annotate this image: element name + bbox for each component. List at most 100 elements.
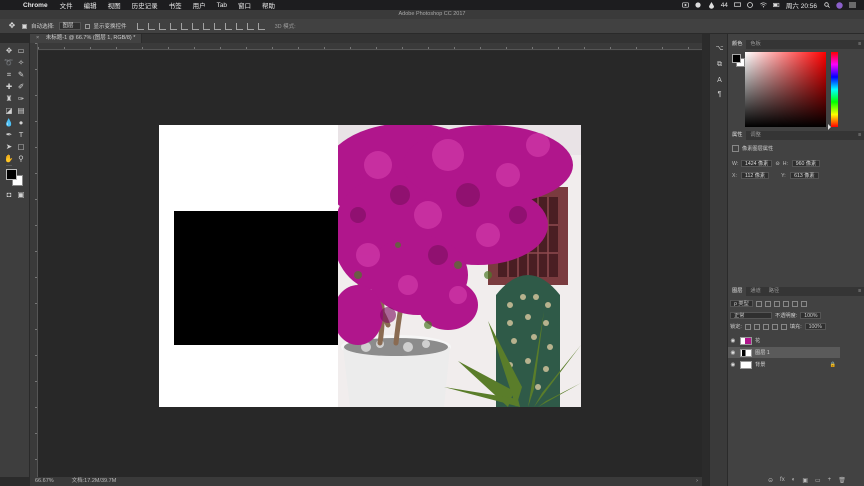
healing-brush-tool-icon[interactable]: ✚ xyxy=(4,82,14,92)
lock-transparent-icon[interactable] xyxy=(744,323,751,330)
screen-mode-icon[interactable]: ▣ xyxy=(16,190,26,200)
auto-select-dropdown[interactable]: 图层 xyxy=(58,22,81,30)
filter-shape-icon[interactable] xyxy=(782,300,789,307)
document-tab[interactable]: × 未标题-1 @ 66.7% (图层 1, RGB/8) * xyxy=(30,34,143,43)
move-tool-icon[interactable]: ✥ xyxy=(6,21,18,31)
menu-file[interactable]: 文件 xyxy=(60,0,73,10)
y-field[interactable]: 613 像素 xyxy=(790,172,819,179)
layer-name[interactable]: 背景 xyxy=(755,361,765,368)
zoom-tool-icon[interactable]: ⚲ xyxy=(16,154,26,164)
blur-tool-icon[interactable]: 💧 xyxy=(4,118,14,128)
menu-bookmarks[interactable]: 书签 xyxy=(169,0,182,10)
hue-slider-marker[interactable] xyxy=(828,124,831,130)
filter-type-icon[interactable] xyxy=(773,300,780,307)
tab-paths[interactable]: 路径 xyxy=(765,287,783,296)
history-panel-icon[interactable]: ⌥ xyxy=(715,44,724,53)
document-canvas[interactable] xyxy=(159,125,581,407)
lock-all-icon[interactable] xyxy=(780,323,787,330)
panel-menu-icon[interactable]: ≡ xyxy=(858,287,864,296)
close-tab-icon[interactable]: × xyxy=(36,35,39,41)
align-bottom-icon[interactable] xyxy=(158,22,166,30)
tab-layers[interactable]: 图层 xyxy=(728,287,747,296)
menu-tab[interactable]: Tab xyxy=(217,2,227,9)
black-rectangle-layer[interactable] xyxy=(174,211,338,345)
add-mask-icon[interactable]: ◐ xyxy=(792,477,796,484)
dodge-tool-icon[interactable]: ● xyxy=(16,118,26,128)
eyedropper-tool-icon[interactable]: ✎ xyxy=(16,70,26,80)
tab-color[interactable]: 颜色 xyxy=(728,40,747,49)
color-panel-foreground-swatch[interactable] xyxy=(732,54,741,63)
opacity-field[interactable]: 100% xyxy=(800,312,822,319)
delete-layer-icon[interactable]: 🗑 xyxy=(838,477,846,484)
show-transform-checkbox[interactable] xyxy=(84,23,90,29)
foreground-color-swatch[interactable] xyxy=(6,169,17,180)
link-layers-icon[interactable]: ⊝ xyxy=(768,477,773,484)
link-icon[interactable]: ⊝ xyxy=(775,161,779,167)
battery-icon[interactable] xyxy=(772,2,780,8)
menu-view[interactable]: 视图 xyxy=(108,0,121,10)
auto-select-checkbox[interactable] xyxy=(22,23,27,29)
filter-smart-object-icon[interactable] xyxy=(791,300,798,307)
properties-panel-icon[interactable]: ⧉ xyxy=(715,60,724,69)
layer-row[interactable]: ◉ 花 xyxy=(728,335,840,346)
status-menu-arrow[interactable]: › xyxy=(696,477,698,486)
lock-artboard-icon[interactable] xyxy=(771,323,778,330)
drop-icon[interactable] xyxy=(708,1,715,9)
menu-edit[interactable]: 编辑 xyxy=(84,0,97,10)
brush-tool-icon[interactable]: ✐ xyxy=(16,82,26,92)
search-icon[interactable] xyxy=(823,2,830,8)
crop-tool-icon[interactable]: ⌗ xyxy=(4,70,14,80)
paragraph-panel-icon[interactable]: ¶ xyxy=(715,90,724,99)
character-panel-icon[interactable]: A xyxy=(715,76,724,85)
filter-adjustment-icon[interactable] xyxy=(764,300,771,307)
panel-menu-icon[interactable]: ≡ xyxy=(858,40,864,49)
align-right-icon[interactable] xyxy=(191,22,199,30)
new-group-icon[interactable]: ▭ xyxy=(815,477,821,484)
layer-row[interactable]: ◉ 背景 🔒 xyxy=(728,359,840,370)
tab-adjustments[interactable]: 调整 xyxy=(746,131,764,140)
canvas-area[interactable] xyxy=(38,51,702,477)
visibility-eye-icon[interactable]: ◉ xyxy=(728,350,738,356)
zoom-level[interactable]: 66.67% xyxy=(35,477,54,486)
menu-people[interactable]: 用户 xyxy=(193,0,206,10)
wifi-icon[interactable] xyxy=(760,2,767,8)
horizontal-ruler[interactable] xyxy=(38,43,702,50)
layer-row[interactable]: ◉ 图层 1 xyxy=(728,347,840,358)
layer-name[interactable]: 图层 1 xyxy=(755,349,770,356)
distribute-bottom-icon[interactable] xyxy=(224,22,232,30)
blend-mode-dropdown[interactable]: 正常 xyxy=(730,312,772,319)
app-icon-1[interactable] xyxy=(695,2,702,8)
layer-name[interactable]: 花 xyxy=(755,337,760,344)
distribute-hcenter-icon[interactable] xyxy=(246,22,254,30)
visibility-eye-icon[interactable]: ◉ xyxy=(728,362,738,368)
layer-filter-dropdown[interactable]: ρ 类型 xyxy=(730,300,753,307)
tab-channels[interactable]: 通道 xyxy=(746,287,764,296)
lasso-tool-icon[interactable]: ➰ xyxy=(4,58,14,68)
fill-field[interactable]: 100% xyxy=(804,323,826,330)
menu-history[interactable]: 历史记录 xyxy=(132,0,158,10)
menu-app-chrome[interactable]: Chrome xyxy=(23,2,48,9)
panel-menu-icon[interactable]: ≡ xyxy=(858,131,864,140)
artboard-tool-icon[interactable]: ▭ xyxy=(16,46,26,56)
align-left-icon[interactable] xyxy=(169,22,177,30)
clone-stamp-tool-icon[interactable]: ♜ xyxy=(4,94,14,104)
history-brush-tool-icon[interactable]: ✑ xyxy=(16,94,26,104)
align-top-icon[interactable] xyxy=(136,22,144,30)
filter-toggle-icon[interactable] xyxy=(800,300,807,307)
path-selection-tool-icon[interactable]: ➤ xyxy=(4,142,14,152)
width-field[interactable]: 1424 像素 xyxy=(741,160,773,167)
lock-pixels-icon[interactable] xyxy=(753,323,760,330)
height-field[interactable]: 960 像素 xyxy=(791,160,821,167)
menu-window[interactable]: 窗口 xyxy=(238,0,251,10)
power-icon[interactable] xyxy=(747,2,754,8)
adjustment-layer-icon[interactable]: ▣ xyxy=(802,477,808,484)
tab-properties[interactable]: 属性 xyxy=(728,131,747,140)
notification-center-icon[interactable] xyxy=(849,2,856,8)
vertical-ruler[interactable] xyxy=(30,43,38,477)
move-tool-icon[interactable]: ✥ xyxy=(4,46,14,56)
eraser-tool-icon[interactable]: ◪ xyxy=(4,106,14,116)
distribute-left-icon[interactable] xyxy=(235,22,243,30)
display-icon[interactable] xyxy=(734,2,741,8)
align-vcenter-icon[interactable] xyxy=(147,22,155,30)
distribute-top-icon[interactable] xyxy=(202,22,210,30)
